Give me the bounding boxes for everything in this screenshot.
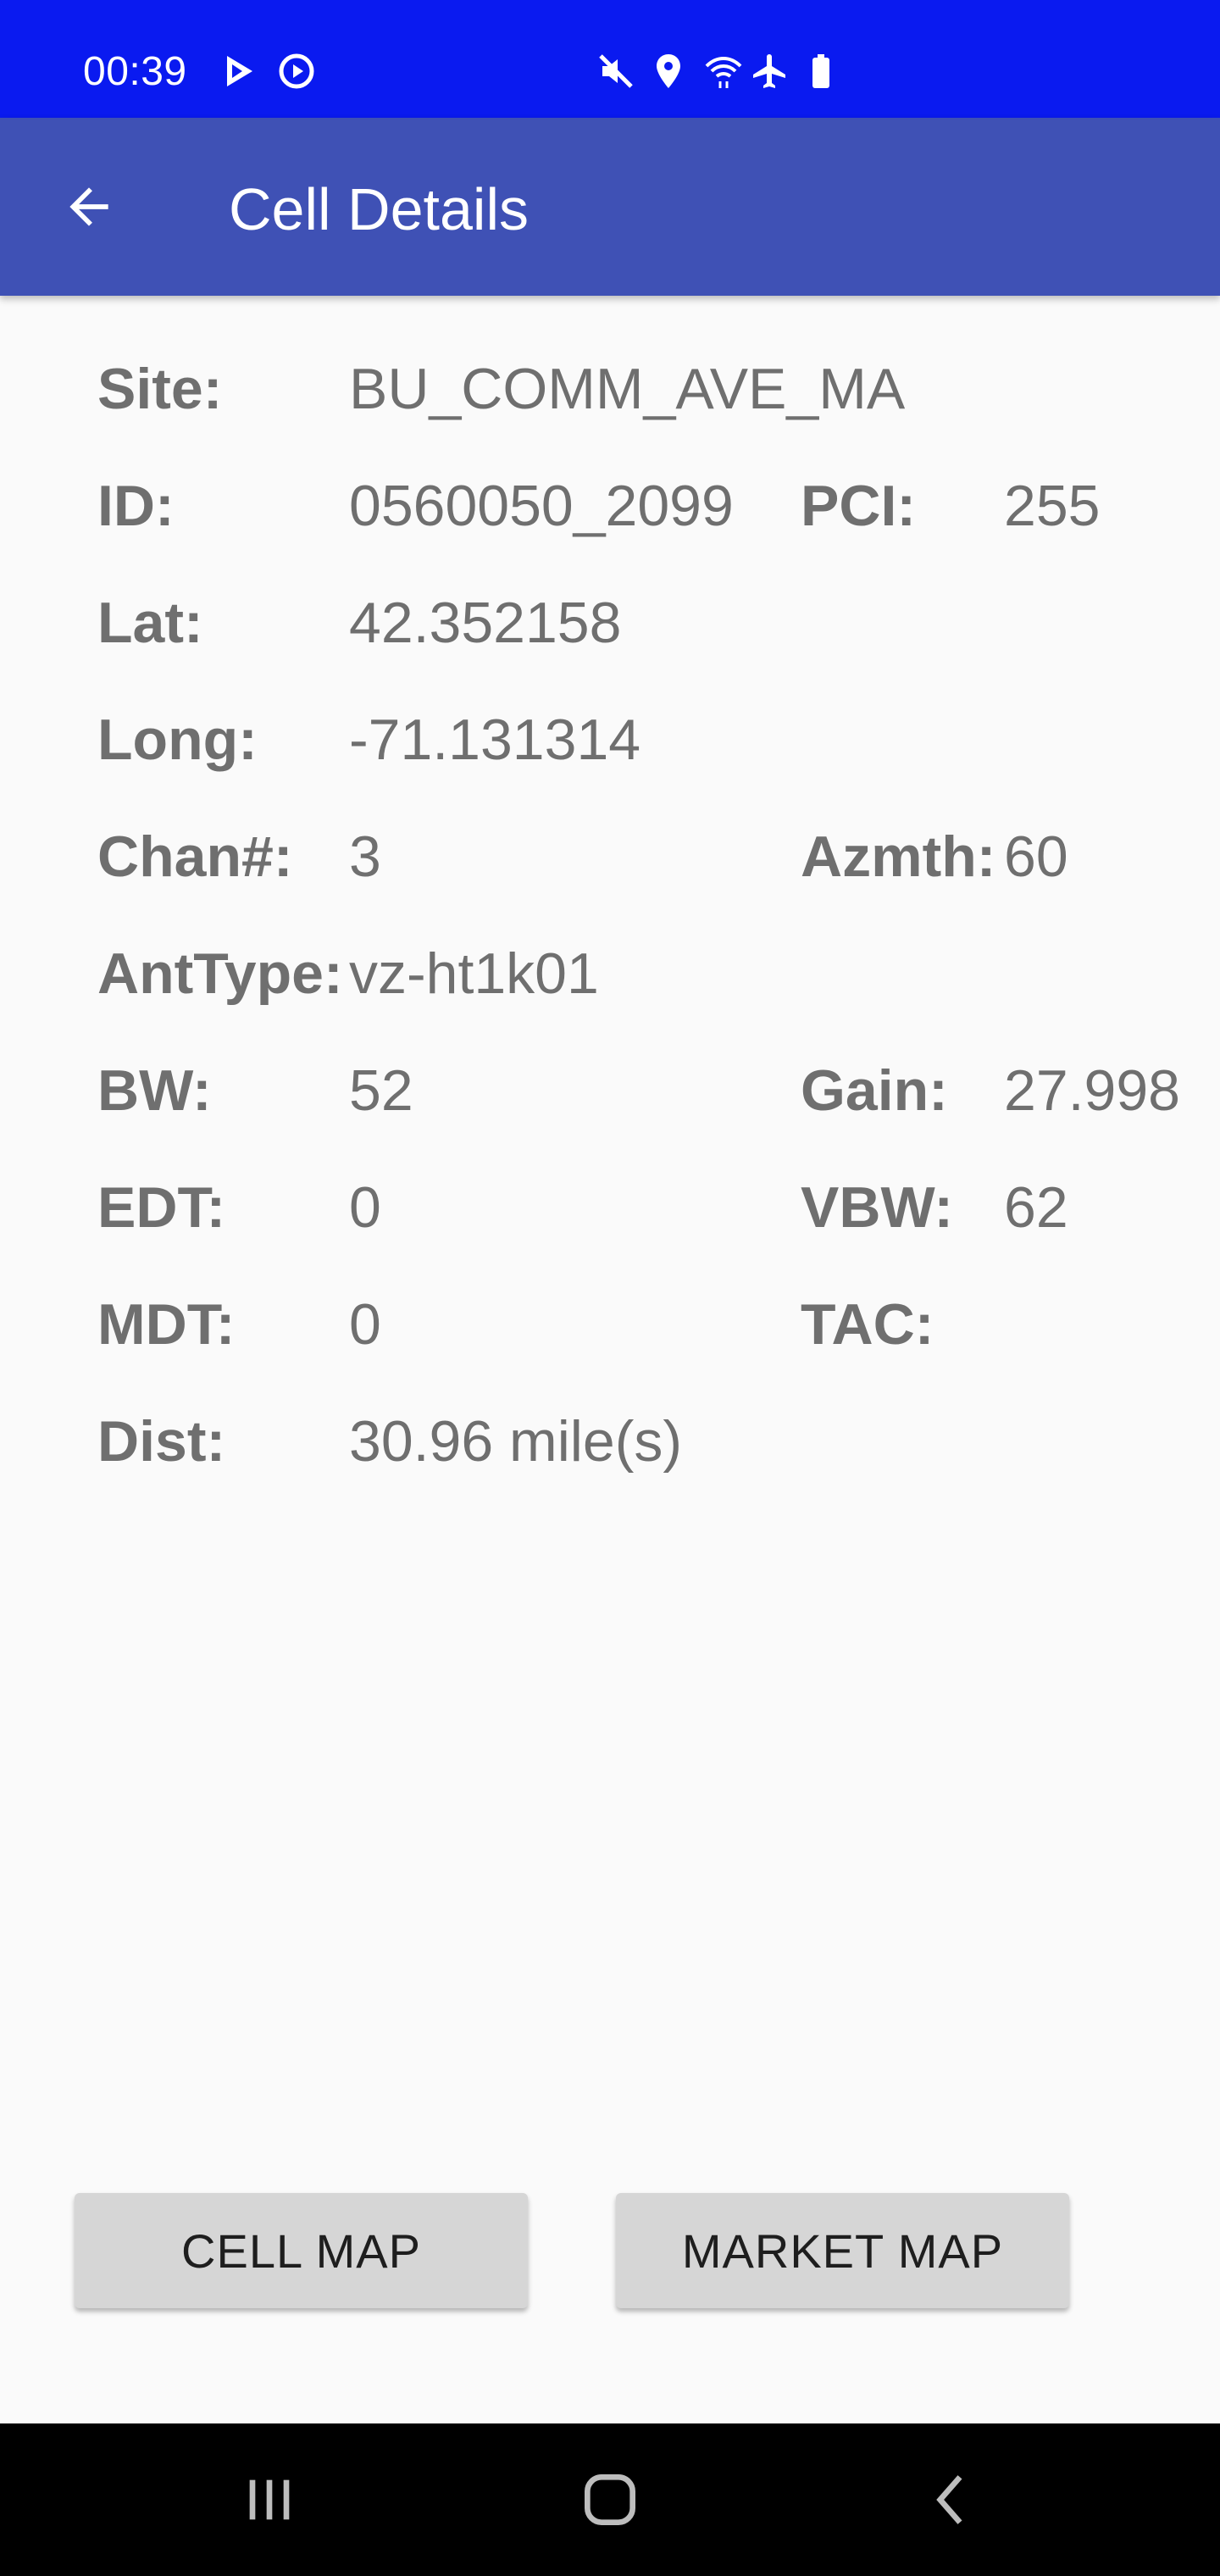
dist-value: 30.96 mile(s) — [349, 1409, 683, 1474]
id-label: ID: — [97, 474, 175, 538]
azmth-label: Azmth: — [801, 824, 996, 889]
id-row: ID: 0560050_2099 PCI: 255 — [0, 447, 1220, 564]
recents-icon — [249, 2479, 290, 2520]
long-label: Long: — [97, 708, 258, 772]
mute-icon — [596, 51, 636, 92]
vbw-label: VBW: — [801, 1175, 954, 1240]
nav-back-button[interactable] — [901, 2457, 1002, 2542]
long-value: -71.131314 — [349, 708, 641, 772]
site-label: Site: — [97, 357, 223, 421]
cell-details: Site: BU_COMM_AVE_MA ID: 0560050_2099 PC… — [0, 296, 1220, 1567]
chan-row: Chan#: 3 Azmth: 60 — [0, 798, 1220, 915]
wifi-icon — [703, 51, 744, 92]
airplane-icon — [750, 51, 790, 92]
edt-label: EDT: — [97, 1175, 226, 1240]
status-time: 00:39 — [83, 49, 187, 94]
gain-label: Gain: — [801, 1058, 948, 1123]
vbw-value: 62 — [1004, 1175, 1068, 1240]
page-title: Cell Details — [229, 176, 529, 242]
site-value: BU_COMM_AVE_MA — [349, 357, 906, 421]
status-bar: 00:39 — [0, 0, 1220, 118]
site-row: Site: BU_COMM_AVE_MA — [0, 330, 1220, 447]
edt-value: 0 — [349, 1175, 381, 1240]
bw-row: BW: 52 Gain: 27.998 — [0, 1032, 1220, 1149]
battery-icon — [801, 51, 841, 92]
lat-label: Lat: — [97, 591, 203, 655]
back-button[interactable] — [42, 164, 136, 249]
anttype-row: AntType: vz-ht1k01 — [0, 915, 1220, 1032]
mdt-row: MDT: 0 TAC: — [0, 1266, 1220, 1383]
record-icon — [276, 51, 317, 92]
bw-value: 52 — [349, 1058, 413, 1123]
id-value: 0560050_2099 — [349, 474, 734, 538]
bw-label: BW: — [97, 1058, 212, 1123]
edt-row: EDT: 0 VBW: 62 — [0, 1149, 1220, 1266]
anttype-label: AntType: — [97, 941, 343, 1006]
lat-row: Lat: 42.352158 — [0, 564, 1220, 681]
dist-row: Dist: 30.96 mile(s) — [0, 1383, 1220, 1500]
chan-value: 3 — [349, 824, 381, 889]
play-store-icon — [219, 51, 259, 92]
market-map-button[interactable]: MARKET MAP — [616, 2193, 1069, 2308]
app-bar: Cell Details — [0, 118, 1220, 296]
chan-label: Chan#: — [97, 824, 293, 889]
cell-map-button[interactable]: CELL MAP — [75, 2193, 528, 2308]
home-button[interactable] — [559, 2457, 661, 2542]
cell-details-screen: 00:39 Cell Details Site: BU_COMM_AVE_MA … — [0, 0, 1220, 2576]
home-icon — [585, 2474, 635, 2525]
gain-value: 27.998 — [1004, 1058, 1180, 1123]
azmth-value: 60 — [1004, 824, 1068, 889]
tac-label: TAC: — [801, 1292, 934, 1357]
anttype-value: vz-ht1k01 — [349, 941, 599, 1006]
lat-value: 42.352158 — [349, 591, 622, 655]
back-icon — [936, 2475, 962, 2524]
dist-label: Dist: — [97, 1409, 226, 1474]
pci-label: PCI: — [801, 474, 916, 538]
navigation-bar — [0, 2423, 1220, 2576]
location-icon — [648, 51, 689, 92]
recents-button[interactable] — [219, 2457, 320, 2542]
mdt-value: 0 — [349, 1292, 381, 1357]
long-row: Long: -71.131314 — [0, 681, 1220, 798]
mdt-label: MDT: — [97, 1292, 236, 1357]
arrow-left-icon — [69, 187, 108, 226]
pci-value: 255 — [1004, 474, 1101, 538]
